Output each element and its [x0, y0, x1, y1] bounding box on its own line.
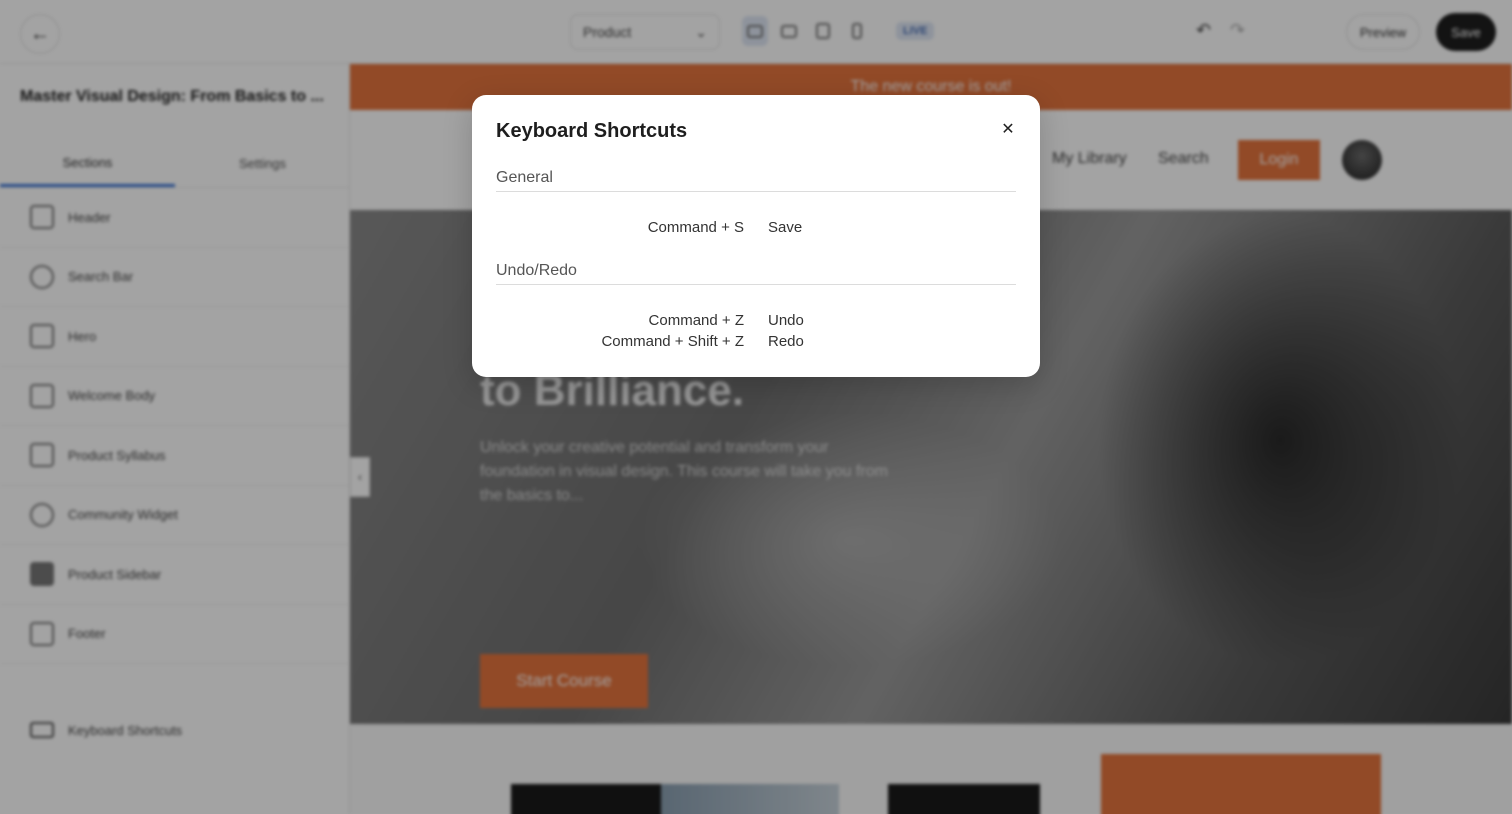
close-icon: ✕ [1001, 121, 1015, 138]
shortcut-action: Undo [768, 312, 804, 329]
shortcut-action: Redo [768, 333, 804, 350]
shortcut-keys: Command + S [647, 219, 744, 236]
shortcut-row: Command + Z Undo [472, 312, 1040, 333]
shortcut-row: Command + S Save [472, 219, 1040, 240]
group-title-general: General [496, 169, 1016, 192]
close-button[interactable]: ✕ [996, 117, 1020, 141]
keyboard-shortcuts-modal: Keyboard Shortcuts ✕ General Command + S… [472, 95, 1040, 377]
group-title-undo-redo: Undo/Redo [496, 262, 1016, 285]
shortcut-row: Command + Shift + Z Redo [472, 333, 1040, 354]
shortcut-action: Save [768, 219, 803, 236]
shortcut-keys: Command + Z [648, 312, 744, 329]
shortcut-keys: Command + Shift + Z [601, 333, 744, 350]
modal-title: Keyboard Shortcuts [496, 120, 688, 142]
